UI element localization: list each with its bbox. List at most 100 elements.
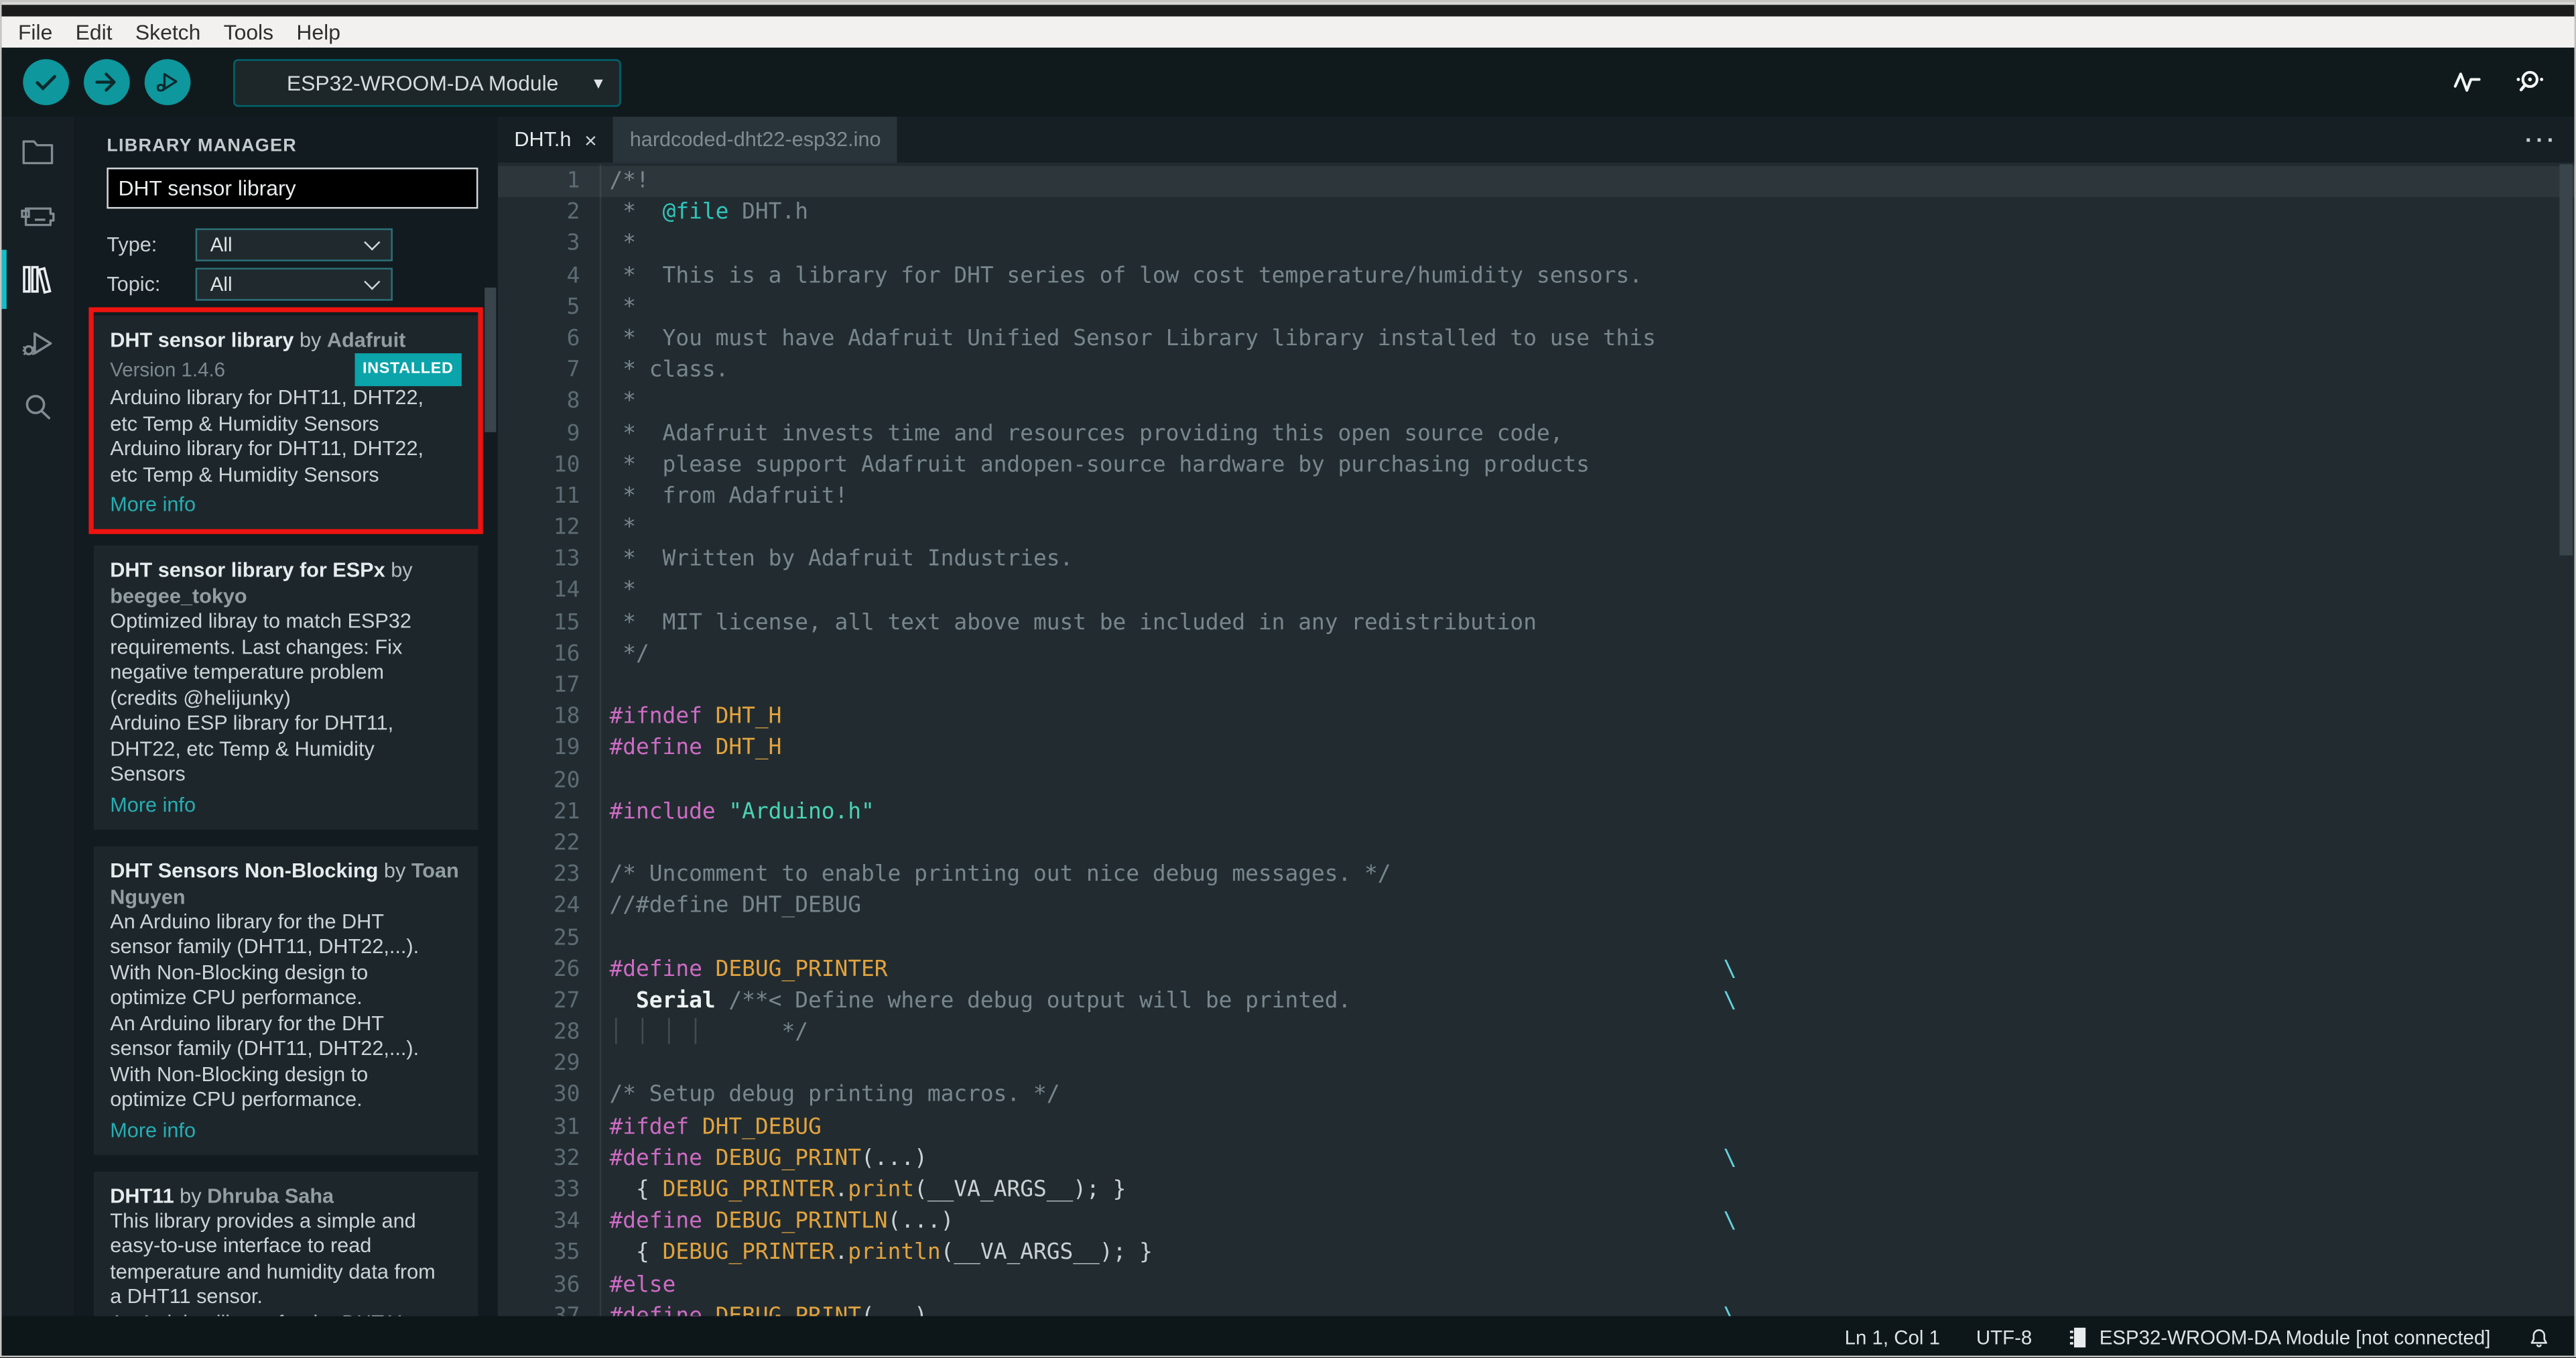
board-status-text: ESP32-WROOM-DA Module [not connected] — [2099, 1326, 2491, 1349]
library-description-line: (credits @helijunky) — [110, 686, 291, 709]
menu-item-sketch[interactable]: Sketch — [124, 19, 212, 44]
code-line: 17 — [498, 670, 2575, 702]
editor-scrollbar[interactable] — [2559, 164, 2573, 556]
boards-manager-icon — [18, 199, 58, 232]
start-debugging-button[interactable] — [144, 59, 191, 105]
library-description-line: negative temperature problem — [110, 660, 385, 684]
library-version: Version 1.4.6 — [110, 358, 226, 381]
library-card[interactable]: DHT Sensors Non-Blocking by Toan Nguyen A… — [93, 845, 478, 1155]
library-name: DHT sensor library for ESPx — [110, 558, 385, 582]
verify-button[interactable] — [23, 59, 69, 105]
code-text: * — [609, 232, 637, 257]
library-search-input[interactable] — [107, 168, 478, 209]
search-icon — [19, 389, 56, 426]
code-editor[interactable]: 1/*! 2 * @file DHT.h 3 * 4 * This is a libr… — [497, 164, 2575, 1316]
code-text: #define DEBUG_PRINTER — [609, 957, 888, 983]
encoding[interactable]: UTF-8 — [1976, 1326, 2032, 1349]
sidebar-item-boards-manager[interactable] — [1, 197, 74, 233]
by-label: by — [391, 558, 413, 582]
library-card[interactable]: DHT sensor library for ESPx by beegee_to… — [93, 545, 478, 829]
line-number: 26 — [553, 957, 580, 983]
line-number: 36 — [553, 1272, 580, 1298]
line-number: 4 — [566, 263, 580, 289]
main-area: LIBRARY MANAGER Type: All Topic: All DHT… — [1, 117, 2575, 1316]
code-line: 22 — [498, 828, 2575, 859]
code-line: 23 /* Uncomment to enable printing out ni… — [498, 859, 2575, 891]
sidebar-item-debug[interactable] — [1, 325, 74, 361]
line-number: 27 — [553, 989, 580, 1014]
library-title: DHT11 by Dhruba Saha — [110, 1182, 462, 1209]
menu-bar: File Edit Sketch Tools Help — [1, 16, 2575, 48]
more-info-link[interactable]: More info — [110, 791, 462, 817]
sidebar-item-library-manager[interactable] — [1, 249, 74, 309]
close-icon[interactable]: × — [584, 127, 597, 152]
serial-plotter-icon[interactable] — [2451, 66, 2484, 99]
code-text: #define DHT_H — [609, 737, 782, 761]
menu-item-file[interactable]: File — [18, 19, 64, 44]
library-description-line: requirements. Last changes: Fix — [110, 635, 403, 658]
more-actions-icon[interactable]: ··· — [2525, 117, 2558, 163]
code-text: #include "Arduino.h" — [609, 800, 875, 825]
window-title-strip — [1, 5, 2575, 17]
line-continuation: \ — [1724, 1301, 1737, 1316]
library-card[interactable]: DHT11 by Dhruba Saha This library provide… — [93, 1170, 478, 1316]
library-card[interactable]: DHT sensor library by Adafruit Version 1.… — [93, 315, 478, 530]
line-number: 33 — [553, 1178, 580, 1203]
more-info-link[interactable]: More info — [110, 1117, 462, 1143]
code-line: 34 #define DEBUG_PRINTLN(...) \ — [498, 1207, 2575, 1238]
topic-label: Topic: — [107, 272, 161, 296]
upload-button[interactable] — [84, 59, 130, 105]
line-number: 30 — [553, 1083, 580, 1109]
sidebar-item-sketchbook[interactable] — [1, 133, 74, 170]
library-description-line: sensor family (DHT11, DHT22,...). — [110, 934, 420, 959]
cursor-position[interactable]: Ln 1, Col 1 — [1845, 1326, 1940, 1349]
type-select[interactable]: All — [195, 228, 393, 261]
library-description-line: sensor family (DHT11, DHT22,...). — [110, 1036, 420, 1060]
line-number: 5 — [566, 295, 580, 320]
code-text: * — [609, 389, 637, 415]
library-author: Dhruba Saha — [207, 1184, 334, 1207]
code-text: * from Adafruit! — [609, 484, 848, 509]
line-continuation: \ — [1723, 989, 1737, 1014]
topic-select[interactable]: All — [195, 267, 393, 301]
code-text: #define DEBUG_PRINTLN(...) — [609, 1209, 954, 1235]
debug-icon — [18, 324, 58, 363]
code-line: 30 /* Setup debug printing macros. */ — [498, 1081, 2575, 1112]
code-text: * Written by Adafruit Industries. — [609, 547, 1074, 572]
line-number: 28 — [553, 1020, 580, 1046]
type-label: Type: — [107, 233, 157, 257]
code-text: #define DEBUG_PRINT(...) — [609, 1146, 927, 1172]
by-label: by — [180, 1184, 202, 1207]
library-description-line: An Arduino library for the DHT11 — [110, 1310, 462, 1316]
menu-item-edit[interactable]: Edit — [64, 19, 123, 44]
tab-dht-h[interactable]: DHT.h × — [498, 117, 613, 163]
library-title: DHT sensor library for ESPx by beegee_to… — [110, 557, 462, 609]
code-line: 28 │ │ │ │ */ — [498, 1017, 2575, 1049]
sidebar-item-search[interactable] — [1, 389, 74, 426]
serial-monitor-icon[interactable] — [2512, 66, 2548, 99]
bell-icon[interactable] — [2526, 1325, 2551, 1350]
library-description-line: easy-to-use interface to read — [110, 1234, 372, 1257]
code-line: 16 */ — [498, 639, 2575, 670]
line-number: 14 — [553, 579, 580, 604]
code-line: 6 * You must have Adafruit Unified Senso… — [498, 324, 2575, 355]
status-bar: Ln 1, Col 1 UTF-8 ESP32-WROOM-DA Module … — [1, 1316, 2575, 1356]
line-number: 8 — [566, 389, 580, 415]
board-status[interactable]: ESP32-WROOM-DA Module [not connected] — [2068, 1326, 2490, 1349]
more-info-link[interactable]: More info — [110, 491, 462, 517]
library-description-line: Optimized libray to match ESP32 — [110, 609, 411, 633]
menu-item-tools[interactable]: Tools — [212, 19, 285, 44]
code-line: 25 — [498, 923, 2575, 954]
code-text: * You must have Adafruit Unified Sensor … — [609, 326, 1656, 352]
line-number: 24 — [553, 894, 580, 920]
code-text: /* Setup debug printing macros. */ — [609, 1083, 1060, 1109]
panel-scrollbar[interactable] — [485, 288, 497, 432]
code-line: 1 /*! — [497, 166, 2575, 198]
code-text: /*! — [609, 169, 649, 194]
line-number: 6 — [566, 326, 580, 352]
library-description-line: Arduino ESP library for DHT11, — [110, 711, 394, 735]
board-selector-dropdown[interactable]: ESP32-WROOM-DA Module ▾ — [233, 58, 621, 107]
menu-item-help[interactable]: Help — [285, 19, 352, 44]
library-title: DHT Sensors Non-Blocking by Toan Nguyen — [110, 857, 462, 909]
tab-hardcoded-dht22-esp32-ino[interactable]: hardcoded-dht22-esp32.ino — [613, 117, 898, 163]
